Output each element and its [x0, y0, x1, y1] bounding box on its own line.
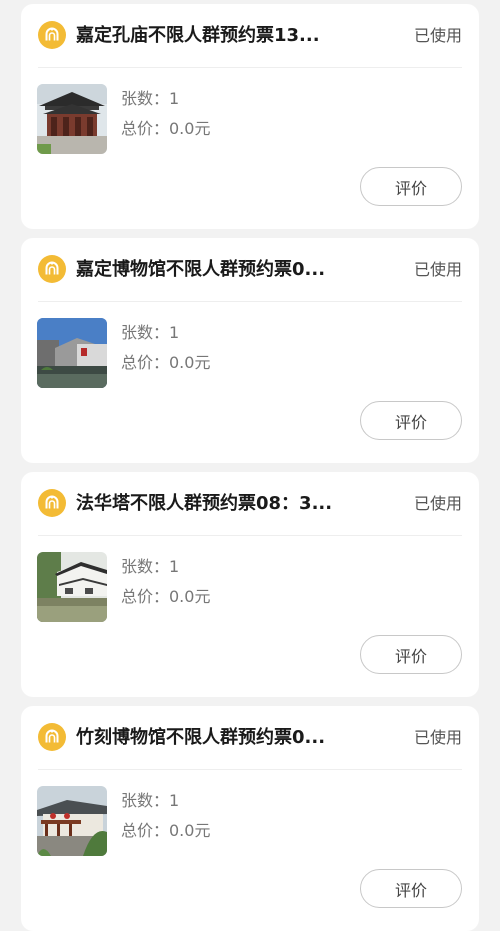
ticket-quantity: 张数：1: [121, 323, 180, 342]
order-card[interactable]: 竹刻博物馆不限人群预约票0... 已使用 张数：1 总价：0.0元 评价: [21, 706, 479, 931]
temple-photo-thumbnail[interactable]: [37, 84, 107, 154]
review-button[interactable]: 评价: [360, 869, 462, 908]
status-label: 已使用: [413, 728, 462, 747]
ticket-quantity: 张数：1: [121, 89, 180, 108]
total-price: 总价：0.0元: [121, 821, 211, 840]
card-header: 竹刻博物馆不限人群预约票0... 已使用: [21, 706, 479, 770]
ticket-quantity: 张数：1: [121, 557, 180, 576]
order-card[interactable]: 法华塔不限人群预约票08：3... 已使用 张数：1 总价：0.0元 评价: [21, 472, 479, 697]
review-button[interactable]: 评价: [360, 401, 462, 440]
order-title[interactable]: 竹刻博物馆不限人群预约票0...: [76, 725, 376, 751]
ticket-quantity: 张数：1: [121, 791, 180, 810]
attraction-icon: [38, 723, 66, 751]
order-title[interactable]: 法华塔不限人群预约票08：3...: [76, 491, 376, 517]
attraction-icon: [38, 489, 66, 517]
status-label: 已使用: [413, 260, 462, 279]
divider: [38, 301, 462, 302]
canal-houses-photo-thumbnail[interactable]: [37, 552, 107, 622]
attraction-icon: [38, 21, 66, 49]
divider: [38, 535, 462, 536]
museum-photo-thumbnail[interactable]: [37, 318, 107, 388]
review-button[interactable]: 评价: [360, 635, 462, 674]
order-title[interactable]: 嘉定博物馆不限人群预约票0...: [76, 257, 376, 283]
divider: [38, 769, 462, 770]
divider: [38, 67, 462, 68]
status-label: 已使用: [413, 26, 462, 45]
card-header: 嘉定孔庙不限人群预约票13... 已使用: [21, 4, 479, 68]
review-button[interactable]: 评价: [360, 167, 462, 206]
order-title[interactable]: 嘉定孔庙不限人群预约票13...: [76, 23, 376, 49]
total-price: 总价：0.0元: [121, 119, 211, 138]
card-header: 嘉定博物馆不限人群预约票0... 已使用: [21, 238, 479, 302]
attraction-icon: [38, 255, 66, 283]
card-header: 法华塔不限人群预约票08：3... 已使用: [21, 472, 479, 536]
total-price: 总价：0.0元: [121, 353, 211, 372]
status-label: 已使用: [413, 494, 462, 513]
order-card[interactable]: 嘉定博物馆不限人群预约票0... 已使用 张数：1 总价：0.0元 评价: [21, 238, 479, 463]
total-price: 总价：0.0元: [121, 587, 211, 606]
courtyard-photo-thumbnail[interactable]: [37, 786, 107, 856]
order-card[interactable]: 嘉定孔庙不限人群预约票13... 已使用 张数：1 总价：0.0元 评价: [21, 4, 479, 229]
